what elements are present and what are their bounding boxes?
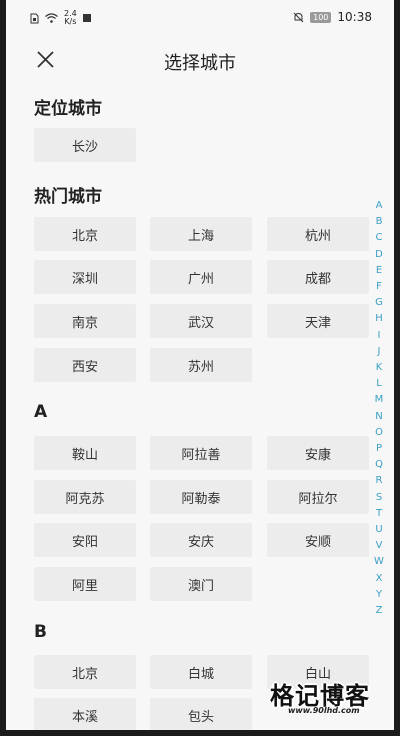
city-chip[interactable]: 北京 (34, 217, 136, 251)
page-header: 选择城市 (0, 36, 400, 86)
city-chip[interactable]: 鞍山 (34, 436, 136, 470)
clock: 10:38 (337, 10, 372, 24)
notification-square-icon (82, 14, 91, 22)
city-chip[interactable]: 阿拉善 (150, 436, 252, 470)
index-letter[interactable]: T (373, 506, 385, 522)
sim-icon (30, 13, 39, 23)
city-chip[interactable]: 南京 (34, 304, 136, 338)
city-chip[interactable]: 阿拉尔 (267, 480, 369, 514)
index-letter[interactable]: X (373, 571, 385, 587)
index-letter[interactable]: F (373, 279, 385, 295)
city-chip[interactable]: 上海 (150, 217, 252, 251)
battery-icon: 100 (310, 11, 332, 23)
index-letter[interactable]: Y (373, 587, 385, 603)
section-title-location: 定位城市 (34, 99, 102, 119)
index-letter[interactable]: O (373, 425, 385, 441)
index-letter[interactable]: I (373, 328, 385, 344)
alphabet-index-bar[interactable]: A B C D E F G H I J K L M N O P Q R S T … (373, 198, 385, 619)
index-letter[interactable]: Q (373, 457, 385, 473)
section-title-b: B (34, 622, 47, 642)
index-letter[interactable]: L (373, 376, 385, 392)
index-letter[interactable]: M (373, 392, 385, 408)
index-letter[interactable]: K (373, 360, 385, 376)
index-letter[interactable]: E (373, 263, 385, 279)
city-list[interactable]: 定位城市 长沙 热门城市 北京 上海 杭州 深圳 广州 成都 南京 武汉 天津 … (0, 86, 400, 736)
device-frame-bottom (0, 730, 400, 736)
watermark-logo: 格记博客 www.90lhd.com (270, 676, 382, 732)
watermark-url: www.90lhd.com (288, 706, 360, 715)
city-chip[interactable]: 杭州 (267, 217, 369, 251)
city-chip[interactable]: 安阳 (34, 523, 136, 557)
city-chip[interactable]: 安康 (267, 436, 369, 470)
index-letter[interactable]: G (373, 295, 385, 311)
city-chip[interactable]: 广州 (150, 260, 252, 294)
city-chip[interactable]: 苏州 (150, 348, 252, 382)
status-bar: 2.4 K/s 100 10:38 (0, 0, 400, 36)
index-letter[interactable]: N (373, 409, 385, 425)
section-title-a: A (34, 402, 48, 422)
index-letter[interactable]: W (373, 554, 385, 570)
page-title: 选择城市 (164, 53, 236, 74)
section-title-hot: 热门城市 (34, 187, 102, 207)
city-chip[interactable]: 本溪 (34, 698, 136, 732)
index-letter[interactable]: C (373, 230, 385, 246)
city-chip[interactable]: 安顺 (267, 523, 369, 557)
index-letter[interactable]: J (373, 344, 385, 360)
city-chip[interactable]: 澳门 (150, 567, 252, 601)
index-letter[interactable]: D (373, 247, 385, 263)
wifi-icon (45, 13, 58, 23)
city-chip[interactable]: 成都 (267, 260, 369, 294)
city-chip[interactable]: 武汉 (150, 304, 252, 338)
index-letter[interactable]: H (373, 311, 385, 327)
city-chip[interactable]: 包头 (150, 698, 252, 732)
index-letter[interactable]: Z (373, 603, 385, 619)
city-chip[interactable]: 天津 (267, 304, 369, 338)
city-chip[interactable]: 北京 (34, 655, 136, 689)
city-chip[interactable]: 阿里 (34, 567, 136, 601)
city-chip[interactable]: 西安 (34, 348, 136, 382)
city-chip[interactable]: 白城 (150, 655, 252, 689)
device-frame-left (0, 0, 6, 736)
city-chip[interactable]: 安庆 (150, 523, 252, 557)
index-letter[interactable]: A (373, 198, 385, 214)
index-letter[interactable]: V (373, 538, 385, 554)
index-letter[interactable]: B (373, 214, 385, 230)
index-letter[interactable]: R (373, 473, 385, 489)
city-chip[interactable]: 深圳 (34, 260, 136, 294)
city-chip[interactable]: 阿克苏 (34, 480, 136, 514)
network-speed: 2.4 K/s (64, 9, 77, 26)
city-chip[interactable]: 长沙 (34, 128, 136, 162)
index-letter[interactable]: P (373, 441, 385, 457)
device-frame-right (394, 0, 400, 736)
index-letter[interactable]: U (373, 522, 385, 538)
mute-bell-icon (293, 12, 304, 22)
city-picker-screen: 2.4 K/s 100 10:38 选择城市 定位城市 长沙 热门城市 北京 上… (0, 0, 400, 736)
city-chip[interactable]: 阿勒泰 (150, 480, 252, 514)
index-letter[interactable]: S (373, 490, 385, 506)
